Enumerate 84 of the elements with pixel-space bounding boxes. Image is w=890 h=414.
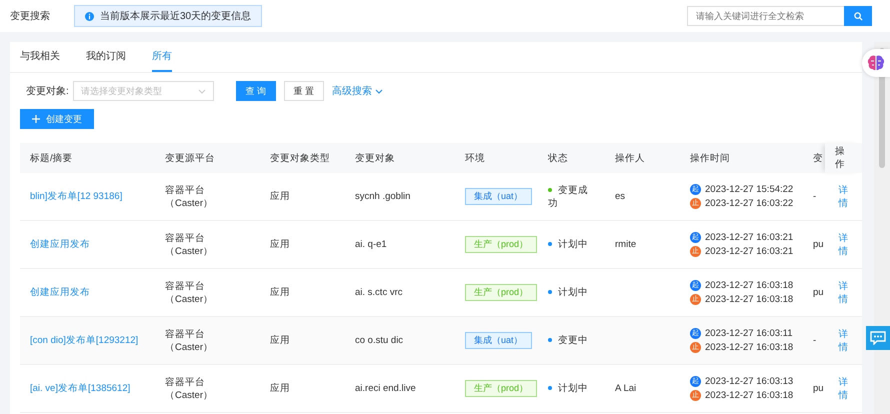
timestamp: 2023-12-27 16:03:11: [705, 326, 793, 340]
table-cell: 容器平台（Caster）: [165, 184, 213, 208]
change-title-link[interactable]: 创建应用发布: [30, 287, 90, 298]
status-text: 计划中: [558, 287, 588, 298]
brain-icon: [867, 55, 885, 71]
info-notice: 当前版本展示最近30天的变更信息: [74, 5, 262, 27]
table-cell: 应用: [270, 335, 290, 346]
timestamp: 2023-12-27 16:03:22: [705, 196, 794, 210]
environment-tag: 生产（prod）: [465, 236, 538, 253]
table-cell: ai. q-e1: [355, 239, 387, 250]
timestamp: 2023-12-27 16:03:18: [705, 292, 794, 306]
create-change-button[interactable]: 创建变更: [20, 109, 94, 129]
change-title-link[interactable]: [con dio]发布单[1293212]: [30, 335, 138, 346]
table-cell: ai.reci end.live: [355, 383, 416, 394]
table-cell: 容器平台（Caster）: [165, 328, 213, 352]
column-header: 标题/摘要: [20, 143, 155, 173]
details-link[interactable]: 详情: [835, 280, 852, 306]
change-title-link[interactable]: [ai. ve]发布单[1385612]: [30, 383, 130, 394]
environment-tag: 生产（prod）: [465, 380, 538, 397]
chevron-down-icon: [198, 88, 206, 94]
change-title-link[interactable]: blin]发布单[12 93186]: [30, 191, 122, 202]
timestamp: 2023-12-27 16:03:18: [705, 340, 794, 354]
timestamp: 2023-12-27 16:03:21: [705, 244, 794, 258]
environment-tag: 集成（uat）: [465, 332, 532, 349]
search-button[interactable]: [844, 6, 872, 26]
table-cell: es: [615, 191, 626, 202]
column-header: 环境: [455, 143, 538, 173]
timestamp: 2023-12-27 16:03:13: [705, 374, 794, 388]
details-link[interactable]: 详情: [835, 184, 852, 210]
chevron-down-icon: [374, 88, 383, 94]
column-header: 操作: [825, 143, 862, 173]
environment-tag: 集成（uat）: [465, 188, 532, 205]
plus-icon: [32, 115, 40, 123]
table-cell: 应用: [270, 383, 290, 394]
change-title-link[interactable]: 创建应用发布: [30, 239, 90, 250]
table-cell: 应用: [270, 191, 290, 202]
environment-tag: 生产（prod）: [465, 284, 538, 301]
table-cell: pu: [813, 287, 824, 298]
table-cell: 应用: [270, 287, 290, 298]
tab[interactable]: 所有: [152, 42, 172, 72]
column-header: 变更对象类型: [260, 143, 345, 173]
status-text: 变更中: [558, 335, 588, 346]
column-header: 变: [805, 143, 825, 173]
table-cell: 容器平台（Caster）: [165, 280, 213, 304]
table-cell: co o.stu dic: [355, 335, 404, 346]
column-header: 操作时间: [680, 143, 805, 173]
advanced-search-link[interactable]: 高级搜索: [332, 84, 383, 98]
timestamp: 2023-12-27 16:03:18: [705, 388, 794, 402]
timestamp: 2023-12-27 16:03:21: [705, 230, 794, 244]
chat-button[interactable]: [866, 326, 890, 350]
reset-button[interactable]: 重 置: [284, 81, 324, 101]
timestamp: 2023-12-27 16:03:18: [705, 278, 794, 292]
status-text: 变更成功: [548, 184, 588, 208]
column-header: 变更对象: [345, 143, 455, 173]
table-cell: rmite: [615, 239, 636, 250]
table-cell: 应用: [270, 239, 290, 250]
page-title: 变更搜索: [10, 10, 50, 23]
table-cell: pu: [813, 383, 824, 394]
table-cell: A Lai: [615, 383, 636, 394]
table-cell: -: [813, 335, 816, 346]
filter-label: 变更对象:: [26, 84, 69, 98]
table-cell: -: [813, 191, 816, 202]
assistant-button[interactable]: [862, 49, 890, 77]
query-button[interactable]: 查 询: [236, 81, 276, 101]
object-type-select[interactable]: 请选择变更对象类型: [72, 81, 214, 101]
table-cell: pu: [813, 239, 824, 250]
table-cell: ai. s.ctc vrc: [355, 287, 403, 298]
column-header: 操作人: [605, 143, 680, 173]
info-icon: [85, 12, 94, 20]
timestamp: 2023-12-27 15:54:22: [705, 182, 794, 196]
search-field[interactable]: 请输入关键词进行全文检索: [687, 6, 844, 26]
table-cell: sycnh .goblin: [355, 191, 410, 202]
details-link[interactable]: 详情: [835, 376, 852, 402]
column-header: 状态: [538, 143, 605, 173]
search-icon: [854, 12, 862, 20]
status-text: 计划中: [558, 239, 588, 250]
column-header: 变更源平台: [155, 143, 260, 173]
details-link[interactable]: 详情: [835, 232, 852, 258]
status-text: 计划中: [558, 383, 588, 394]
tab[interactable]: 我的订阅: [86, 42, 126, 72]
table-cell: 容器平台（Caster）: [165, 232, 213, 256]
tab[interactable]: 与我相关: [20, 42, 60, 72]
chat-icon: [870, 331, 886, 345]
table-cell: 容器平台（Caster）: [165, 376, 213, 400]
